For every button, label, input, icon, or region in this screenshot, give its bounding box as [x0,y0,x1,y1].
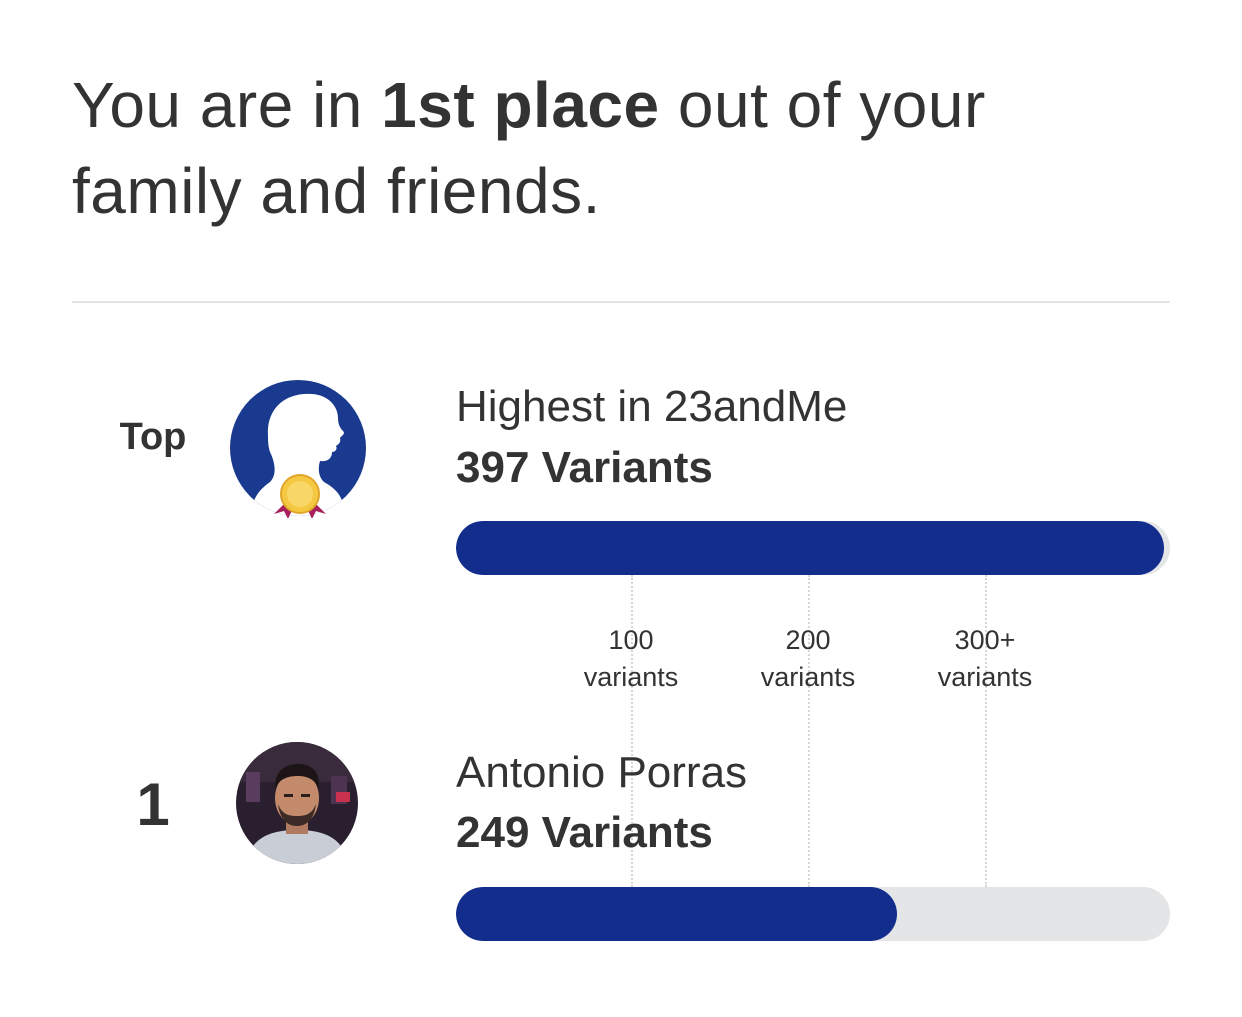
headline: You are in 1st place out of your family … [72,62,1172,234]
tick-value: 300+ [954,625,1016,655]
tick-label-200: 200 variants [738,622,878,696]
user-bar-fill [456,887,897,941]
user-name: Antonio Porras [456,748,748,797]
leader-bar-fill [456,521,1164,575]
rank-label-user: 1 [136,771,170,838]
headline-prefix: You are in [72,69,382,141]
leader-bar-track [456,521,1170,575]
tick-value: 200 [785,625,831,655]
user-variant-count: 249 Variants [456,808,713,857]
medal-silhouette-icon [228,378,368,519]
leader-variant-count: 397 Variants [456,443,713,492]
avatar[interactable] [236,742,358,864]
divider [72,301,1170,303]
headline-place: 1st place [381,69,660,141]
leader-name: Highest in 23andMe [456,382,848,431]
tick-label-100: 100 variants [561,622,701,696]
rank-label-top: Top [119,416,187,458]
user-bar-track [456,887,1170,941]
tick-unit: variants [583,662,679,692]
tick-value: 100 [608,625,654,655]
tick-unit: variants [937,662,1033,692]
tick-unit: variants [760,662,856,692]
tick-label-300: 300+ variants [915,622,1055,696]
